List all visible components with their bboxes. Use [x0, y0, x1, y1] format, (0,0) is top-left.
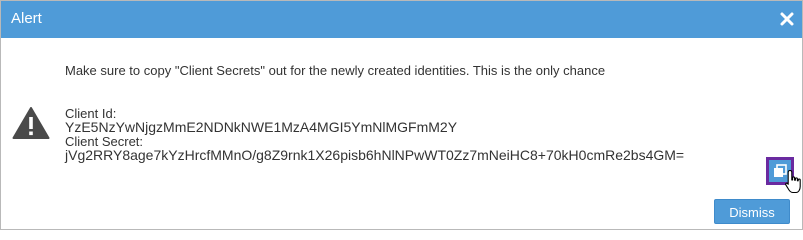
client-id-value: YzE5NzYwNjgzMmE2NDNkNWE1MzA4MGI5YmNlMGFm…: [65, 119, 458, 135]
dialog-title: Alert: [11, 10, 42, 27]
alert-dialog: Alert Make sure to copy "Client Secrets"…: [0, 0, 803, 230]
close-icon: [780, 12, 794, 26]
copy-button[interactable]: [766, 157, 794, 185]
close-button[interactable]: [778, 10, 796, 28]
warning-icon: [12, 107, 50, 139]
dismiss-button[interactable]: Dismiss: [714, 199, 790, 224]
dialog-message: Make sure to copy "Client Secrets" out f…: [65, 63, 606, 78]
dialog-titlebar: Alert: [1, 1, 802, 38]
credentials-block: Client Id: YzE5NzYwNjgzMmE2NDNkNWE1MzA4M…: [65, 107, 684, 162]
copy-icon: [774, 164, 787, 177]
client-secret-value: jVg2RRY8age7kYzHrcfMMnO/g8Z9rnk1X26pisb6…: [65, 147, 685, 163]
